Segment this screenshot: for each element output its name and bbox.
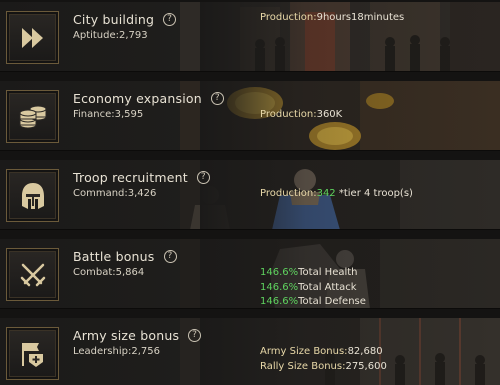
title-text: Battle bonus	[73, 249, 155, 264]
production-label: Production:	[260, 109, 317, 120]
help-icon[interactable]: ?	[188, 329, 202, 342]
production-value: 342	[316, 188, 336, 199]
row-title: Army size bonus ?	[73, 328, 202, 343]
aptitude-stat: Aptitude:2,793	[73, 30, 148, 41]
total-attack-line: 146.6%Total Attack	[260, 282, 357, 293]
help-icon[interactable]: ?	[210, 92, 224, 105]
production-line: Production:9hours18minutes	[260, 12, 404, 23]
stat-value: 3,426	[127, 188, 157, 199]
bonus-label: Total Health	[298, 267, 358, 278]
production-label: Production:	[260, 12, 317, 23]
troop-recruitment-row[interactable]: Troop recruitment ? Command:3,426 Produc…	[0, 160, 500, 230]
bonus-percent: 146.6%	[260, 267, 299, 278]
stat-value: 3,595	[114, 109, 144, 120]
bonus-label: Army Size Bonus:	[260, 346, 348, 357]
command-stat: Command:3,426	[73, 188, 156, 199]
army-size-bonus-row[interactable]: Army size bonus ? Leadership:2,756 Army …	[0, 318, 500, 385]
row-title: Economy expansion ?	[73, 91, 224, 106]
production-line: Production:342 *tier 4 troop(s)	[260, 188, 413, 199]
stat-label: Leadership:	[73, 346, 132, 357]
bonus-value: 275,600	[345, 361, 387, 372]
economy-icon-frame	[6, 90, 59, 143]
help-icon[interactable]: ?	[196, 171, 210, 184]
title-text: Economy expansion	[73, 91, 202, 106]
stat-label: Finance:	[73, 109, 115, 120]
stat-value: 5,864	[115, 267, 145, 278]
title-text: Army size bonus	[73, 328, 180, 343]
helmet-icon	[21, 182, 44, 209]
leadership-stat: Leadership:2,756	[73, 346, 160, 357]
row-title: Troop recruitment ?	[73, 170, 210, 185]
city-building-row[interactable]: City building ? Aptitude:2,793 Productio…	[0, 2, 500, 72]
bonus-label: Total Defense	[298, 296, 366, 307]
stat-label: Command:	[73, 188, 128, 199]
total-defense-line: 146.6%Total Defense	[260, 296, 366, 307]
title-text: Troop recruitment	[73, 170, 188, 185]
help-icon[interactable]: ?	[163, 13, 177, 26]
bonus-percent: 146.6%	[260, 282, 299, 293]
production-value: 360K	[316, 109, 343, 120]
production-suffix: *tier 4 troop(s)	[335, 188, 413, 199]
city-building-icon-frame	[6, 11, 59, 64]
economy-expansion-row[interactable]: Economy expansion ? Finance:3,595 Produc…	[0, 81, 500, 151]
art-fade	[200, 81, 500, 151]
rally-size-bonus-line: Rally Size Bonus:275,600	[260, 361, 387, 372]
crossed-swords-icon	[20, 263, 45, 286]
battle-icon-frame	[6, 248, 59, 301]
production-value: 9hours18minutes	[316, 12, 405, 23]
finance-stat: Finance:3,595	[73, 109, 143, 120]
title-text: City building	[73, 12, 155, 27]
stat-value: 2,756	[131, 346, 160, 357]
combat-stat: Combat:5,864	[73, 267, 144, 278]
help-icon[interactable]: ?	[163, 250, 177, 263]
bonus-value: 82,680	[347, 346, 383, 357]
row-title: Battle bonus ?	[73, 249, 177, 264]
coin-stack-icon	[19, 105, 46, 128]
total-health-line: 146.6%Total Health	[260, 267, 358, 278]
row-title: City building ?	[73, 12, 177, 27]
battle-bonus-row[interactable]: Battle bonus ? Combat:5,864 146.6%Total …	[0, 239, 500, 309]
production-line: Production:360K	[260, 109, 342, 120]
bonus-percent: 146.6%	[260, 296, 299, 307]
bonus-label: Rally Size Bonus:	[260, 361, 346, 372]
stat-label: Aptitude:	[73, 30, 120, 41]
troop-icon-frame	[6, 169, 59, 222]
production-label: Production:	[260, 188, 317, 199]
army-icon-frame	[6, 327, 59, 380]
army-size-bonus-line: Army Size Bonus:82,680	[260, 346, 383, 357]
army-banner-icon	[21, 342, 43, 367]
bonus-label: Total Attack	[298, 282, 357, 293]
fast-forward-icon	[21, 27, 43, 48]
stat-label: Combat:	[73, 267, 116, 278]
stat-value: 2,793	[119, 30, 148, 41]
